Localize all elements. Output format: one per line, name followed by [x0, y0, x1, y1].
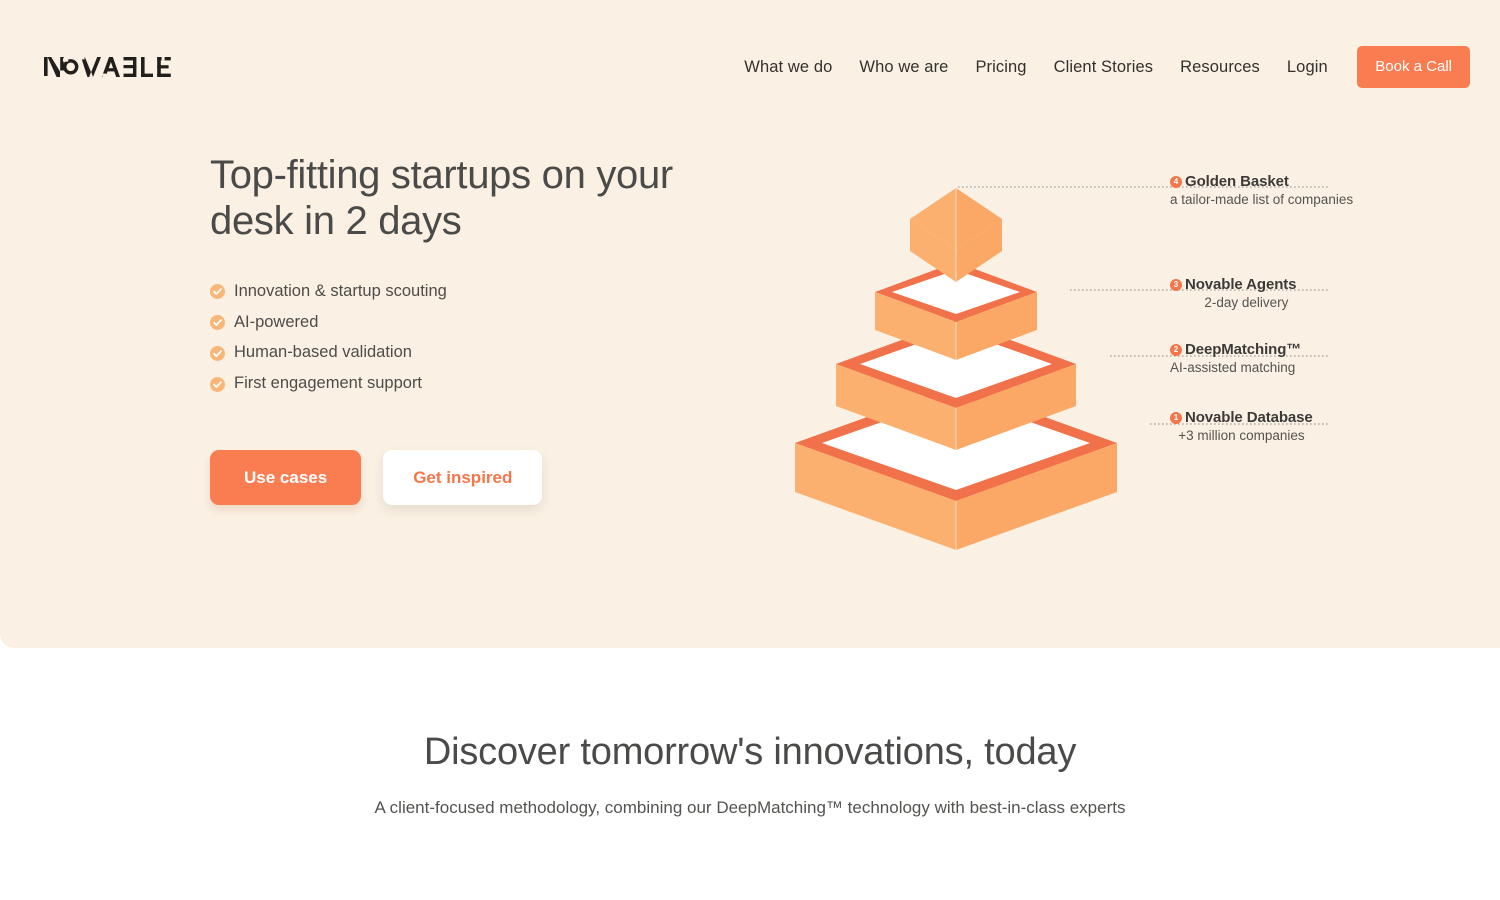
list-item-label: Human-based validation: [234, 343, 412, 362]
label-title: Novable Agents: [1185, 276, 1297, 293]
label-title: DeepMatching™: [1185, 341, 1302, 358]
label-subtitle: AI-assisted matching: [1170, 360, 1296, 375]
book-a-call-button[interactable]: Book a Call: [1357, 46, 1470, 88]
list-item: Human-based validation: [210, 343, 830, 363]
step-badge-3: 3: [1170, 278, 1182, 291]
label-subtitle: +3 million companies: [1178, 428, 1305, 443]
label-head: 1 Novable Database: [1170, 409, 1313, 426]
pyramid-label-novable-agents: 3 Novable Agents 2-day delivery: [1170, 276, 1297, 312]
pyramid-label-novable-database: 1 Novable Database +3 million companies: [1170, 409, 1313, 445]
novable-logo[interactable]: [44, 52, 172, 82]
pyramid-labels: 4 Golden Basket a tailor-made list of co…: [1170, 160, 1500, 480]
pyramid-label-deepmatching: 2 DeepMatching™ AI-assisted matching: [1170, 341, 1303, 377]
label-title: Golden Basket: [1185, 173, 1289, 190]
nav-item-client-stories[interactable]: Client Stories: [1040, 46, 1167, 88]
nav-item-login[interactable]: Login: [1273, 46, 1341, 88]
logo-icon: [44, 57, 171, 77]
methodology-section: Discover tomorrow's innovations, today A…: [0, 648, 1500, 900]
nav-item-pricing[interactable]: Pricing: [962, 46, 1040, 88]
nav-item-what-we-do[interactable]: What we do: [731, 46, 846, 88]
label-title: Novable Database: [1185, 409, 1313, 426]
check-circle-icon: [210, 376, 225, 392]
step-badge-2: 2: [1170, 343, 1182, 356]
pyramid-label-golden-basket: 4 Golden Basket a tailor-made list of co…: [1170, 173, 1361, 209]
page-root: What we do Who we are Pricing Client Sto…: [0, 0, 1500, 900]
hero-content: Top-fitting startups on your desk in 2 d…: [210, 152, 830, 505]
nav-item-resources[interactable]: Resources: [1167, 46, 1274, 88]
section-subtitle: A client-focused methodology, combining …: [374, 797, 1126, 817]
site-header: What we do Who we are Pricing Client Sto…: [0, 0, 1500, 135]
check-circle-icon: [210, 314, 225, 330]
hero-title: Top-fitting startups on your desk in 2 d…: [210, 153, 673, 244]
step-badge-1: 1: [1170, 411, 1182, 424]
section-title: Discover tomorrow's innovations, today: [423, 731, 1077, 773]
list-item-label: Innovation & startup scouting: [234, 281, 447, 300]
main-navigation: What we do Who we are Pricing Client Sto…: [731, 46, 1470, 88]
step-badge-4: 4: [1170, 175, 1182, 188]
label-subtitle: 2-day delivery: [1204, 295, 1289, 310]
list-item: AI-powered: [210, 313, 830, 333]
get-inspired-button[interactable]: Get inspired: [383, 449, 543, 505]
label-subtitle: a tailor-made list of companies: [1170, 192, 1354, 207]
list-item-label: AI-powered: [234, 312, 319, 331]
label-head: 3 Novable Agents: [1170, 276, 1297, 293]
check-circle-icon: [210, 345, 225, 361]
check-circle-icon: [210, 284, 225, 300]
list-item-label: First engagement support: [234, 374, 423, 393]
label-head: 4 Golden Basket: [1170, 173, 1361, 190]
use-cases-button[interactable]: Use cases: [210, 449, 362, 505]
nav-item-who-we-are[interactable]: Who we are: [846, 46, 962, 88]
label-head: 2 DeepMatching™: [1170, 341, 1303, 358]
list-item: Innovation & startup scouting: [210, 282, 830, 302]
hero-feature-list: Innovation & startup scouting AI-powered…: [210, 282, 830, 394]
list-item: First engagement support: [210, 374, 830, 394]
hero-cta-row: Use cases Get inspired: [210, 449, 830, 505]
